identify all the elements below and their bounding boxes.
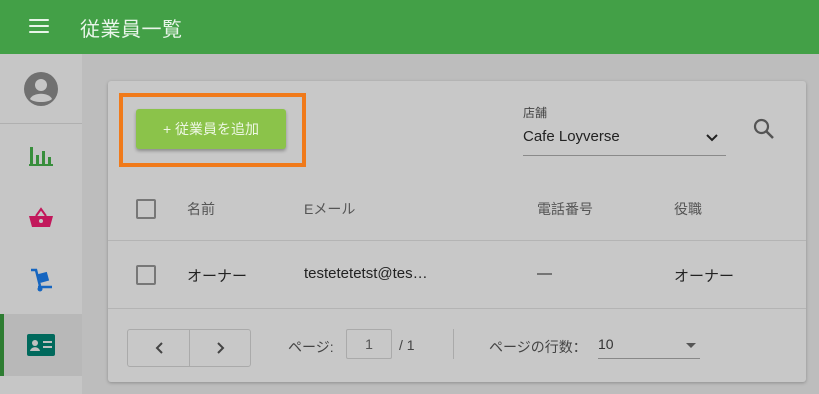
hand-truck-icon <box>31 268 52 292</box>
table-row[interactable]: オーナー testetetetst@tes… — オーナー <box>108 241 806 309</box>
employee-name: オーナー <box>187 268 248 285</box>
page-label: ページ: <box>288 339 334 355</box>
store-select-value: Cafe Loyverse <box>523 128 620 145</box>
employee-role: オーナー <box>674 268 735 285</box>
add-employee-button[interactable]: + 従業員を追加 <box>136 109 286 149</box>
search-button[interactable] <box>752 117 780 145</box>
menu-icon[interactable] <box>28 17 50 35</box>
page-total: / 1 <box>399 337 415 353</box>
store-filter-label: 店舗 <box>523 106 548 120</box>
table-header: 名前 Eメール 電話番号 役職 <box>108 181 806 241</box>
rows-per-page-select[interactable]: 10 <box>598 331 700 359</box>
account-circle-icon <box>24 71 58 106</box>
employee-card-icon <box>27 334 55 356</box>
header-name[interactable]: 名前 <box>187 199 215 219</box>
basket-icon <box>29 207 53 227</box>
caret-down-icon <box>686 343 696 348</box>
search-icon <box>753 118 774 139</box>
header-phone[interactable]: 電話番号 <box>537 199 593 219</box>
app-bar: 従業員一覧 <box>0 0 819 54</box>
row-checkbox[interactable] <box>136 265 156 285</box>
header-role[interactable]: 役職 <box>674 199 702 219</box>
sidebar-item-inventory[interactable] <box>0 249 82 311</box>
sidebar-item-sales[interactable] <box>0 187 82 249</box>
chevron-down-icon <box>706 134 718 142</box>
page-number-input[interactable]: 1 <box>346 329 392 359</box>
header-email[interactable]: Eメール <box>304 199 355 219</box>
store-select[interactable]: Cafe Loyverse <box>523 123 726 156</box>
bar-chart-icon <box>29 147 53 166</box>
rows-per-page-label: ページの行数： <box>489 339 587 355</box>
pagination-buttons <box>127 329 251 367</box>
previous-page-button[interactable] <box>128 330 189 366</box>
sidebar-item-employees[interactable] <box>0 314 82 376</box>
sidebar <box>0 54 82 394</box>
employee-list-card: + 従業員を追加 店舗 Cafe Loyverse 名前 Eメール 電話番号 役… <box>108 81 806 382</box>
employee-phone: — <box>537 265 552 282</box>
page-title: 従業員一覧 <box>80 19 183 41</box>
next-page-button[interactable] <box>190 330 251 366</box>
employee-email: testetetetst@tes… <box>304 265 428 282</box>
chevron-left-icon <box>155 342 163 354</box>
select-all-checkbox[interactable] <box>136 199 156 219</box>
rows-per-page-value: 10 <box>598 336 614 352</box>
sidebar-item-profile[interactable] <box>0 54 82 124</box>
chevron-right-icon <box>216 342 224 354</box>
pagination-divider <box>453 329 454 359</box>
sidebar-item-reports[interactable] <box>0 125 82 187</box>
